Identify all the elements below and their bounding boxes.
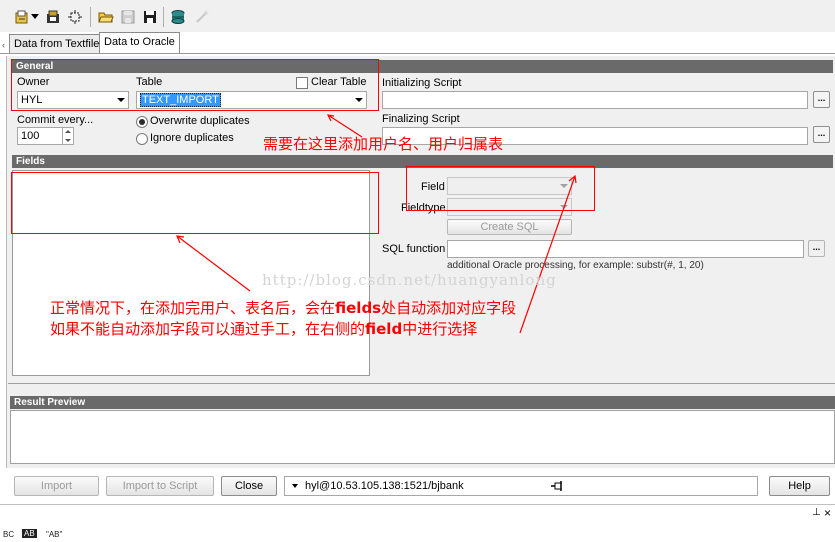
watermark-text: http://blog.csdn.net/huangyanlong — [262, 271, 557, 289]
annotation-top-text: 需要在这里添加用户名、用户归属表 — [263, 135, 504, 153]
annotation-line-1: 正常情况下，在添加完用户、表名后，会在fields处自动添加对应字段 — [50, 297, 516, 318]
annotation-line-2: 如果不能自动添加字段可以通过手工，在右侧的field中进行选择 — [50, 318, 477, 339]
annotation-line-2-bold: field — [365, 320, 403, 338]
annotation-line-2-part-1: 如果不能自动添加字段可以通过手工，在右侧的 — [50, 320, 366, 338]
annotation-line-1-part-2: 处自动添加对应字段 — [381, 299, 517, 317]
annotation-line-2-part-2: 中进行选择 — [402, 320, 478, 338]
annotation-line-1-bold: fields — [335, 299, 382, 317]
annotation-line-1-part-1: 正常情况下，在添加完用户、表名后，会在 — [50, 299, 336, 317]
